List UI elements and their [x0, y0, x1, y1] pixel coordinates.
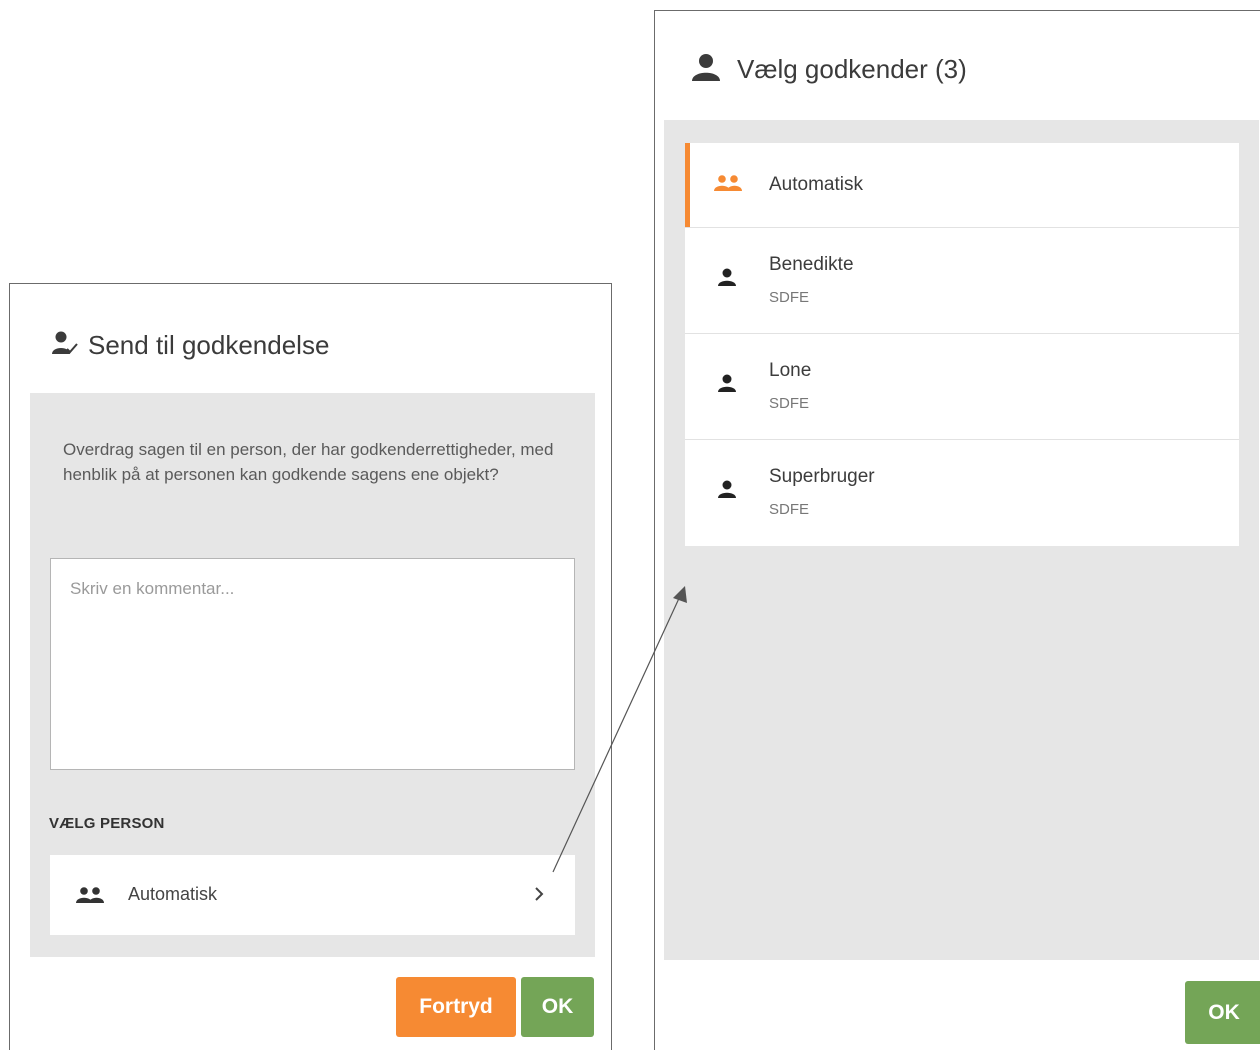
comment-field[interactable]	[50, 558, 575, 770]
list-item-name: Benedikte	[769, 254, 854, 275]
list-item-org: SDFE	[769, 289, 810, 306]
description-text: Overdrag sagen til en person, der har go…	[63, 440, 554, 484]
group-icon	[713, 175, 743, 196]
chevron-right-icon	[533, 884, 545, 909]
dialog-body: Overdrag sagen til en person, der har go…	[30, 393, 595, 957]
ok-button[interactable]: OK	[521, 977, 594, 1037]
selected-person-label: Automatisk	[128, 884, 218, 904]
dialog-body: Automatisk Benedikte SDFE Lone SDFE Supe…	[664, 120, 1259, 960]
dialog-title: Vælg godkender (3)	[737, 54, 967, 84]
person-icon	[717, 268, 737, 291]
list-item-name: Lone	[769, 360, 812, 381]
list-item-superbruger[interactable]: Superbruger SDFE	[685, 440, 1239, 546]
list-item-org: SDFE	[769, 395, 810, 412]
dialog-header: Vælg godkender (3)	[691, 53, 967, 86]
send-approval-dialog: Send til godkendelse Overdrag sagen til …	[9, 283, 612, 1050]
list-item-benedikte[interactable]: Benedikte SDFE	[685, 228, 1239, 334]
approver-list: Automatisk Benedikte SDFE Lone SDFE Supe…	[685, 143, 1239, 546]
person-check-icon	[52, 330, 78, 361]
person-select[interactable]: Automatisk	[50, 855, 575, 935]
dialog-title: Send til godkendelse	[88, 330, 330, 360]
person-icon	[691, 53, 721, 86]
cancel-button[interactable]: Fortryd	[396, 977, 516, 1037]
group-icon	[75, 887, 105, 908]
person-icon	[717, 374, 737, 397]
list-item-automatisk[interactable]: Automatisk	[685, 143, 1239, 228]
list-item-lone[interactable]: Lone SDFE	[685, 334, 1239, 440]
person-icon	[717, 480, 737, 503]
list-item-name: Automatisk	[769, 174, 863, 195]
comment-input[interactable]	[51, 559, 574, 769]
section-label: VÆLG PERSON	[49, 815, 165, 832]
dialog-header: Send til godkendelse	[52, 330, 329, 361]
ok-button[interactable]: OK	[1185, 981, 1260, 1044]
list-item-name: Superbruger	[769, 466, 875, 487]
list-item-org: SDFE	[769, 501, 810, 518]
choose-approver-dialog: Vælg godkender (3) Automatisk Benedikte …	[654, 10, 1260, 1050]
